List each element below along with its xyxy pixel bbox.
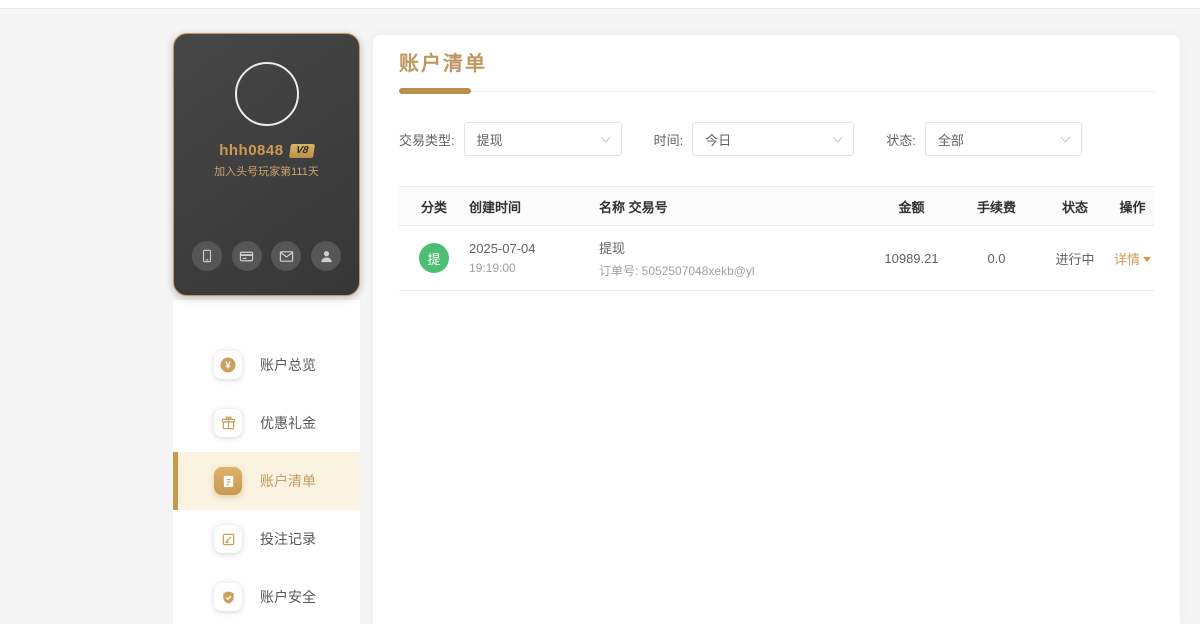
header-amount: 金额 [898, 199, 925, 215]
sidebar-item-label: 账户清单 [260, 473, 316, 489]
statement-icon [214, 467, 242, 495]
transaction-type-label: 交易类型: [399, 132, 455, 148]
header-name-txn: 名称 交易号 [599, 199, 668, 215]
row-amount: 10989.21 [884, 250, 939, 266]
sidebar-item-betting-records[interactable]: 投注记录 [173, 510, 360, 568]
transaction-type-select[interactable]: 提现 [463, 122, 622, 156]
time-select[interactable]: 今日 [692, 122, 855, 156]
sidebar-item-account-security[interactable]: 账户安全 [173, 568, 360, 624]
header-category: 分类 [420, 199, 447, 215]
sidebar-item-label: 优惠礼金 [260, 415, 316, 431]
page-title: 账户清单 [399, 53, 487, 75]
title-accent-bar [399, 88, 471, 94]
chevron-down-icon [1060, 132, 1071, 142]
join-days-text: 加入头号玩家第111天 [214, 166, 319, 178]
agent-icon[interactable] [311, 241, 342, 271]
withdraw-badge-icon: 提 [419, 243, 449, 273]
profile-card: hhh0848 V8 加入头号玩家第111天 [173, 33, 360, 296]
detail-link[interactable]: 详情 [1114, 249, 1151, 268]
row-order-number: 订单号: 5052507048xekb@yl [599, 263, 755, 278]
sidebar-item-label: 投注记录 [260, 531, 316, 547]
sidebar-item-label: 账户安全 [260, 589, 316, 605]
status-select[interactable]: 全部 [924, 122, 1082, 156]
gift-icon [214, 409, 242, 437]
svg-text:¥: ¥ [225, 361, 231, 372]
sidebar-item-label: 账户总览 [260, 357, 316, 373]
time-value: 今日 [705, 132, 732, 148]
mail-icon[interactable] [271, 241, 302, 271]
vip-level-badge: V8 [288, 143, 315, 158]
row-time: 19:19:00 [469, 261, 516, 275]
record-icon [214, 525, 242, 553]
sidebar-item-account-statement[interactable]: 账户清单 [173, 452, 360, 510]
header-status: 状态 [1061, 199, 1088, 215]
row-fee: 0.0 [987, 250, 1006, 266]
row-status: 进行中 [1055, 251, 1095, 267]
row-date: 2025-07-04 [469, 241, 536, 256]
chevron-down-icon [600, 132, 611, 142]
main-content: 账户清单 交易类型: 提现 时间: 今日 状态: 全部 分类 创建时间 名称 交… [373, 35, 1180, 624]
caret-down-icon [1143, 256, 1151, 262]
username: hhh0848 [219, 142, 284, 159]
transactions-table: 分类 创建时间 名称 交易号 金额 手续费 状态 操作 提 2025-07-04… [399, 186, 1154, 291]
bank-card-icon[interactable] [231, 241, 262, 271]
sidebar-item-promotions[interactable]: 优惠礼金 [173, 394, 360, 452]
sidebar: ¥ 账户总览 优惠礼金 账户清单 投注记录 账户安全 [173, 300, 360, 624]
title-divider [399, 88, 1154, 94]
table-header-row: 分类 创建时间 名称 交易号 金额 手续费 状态 操作 [399, 186, 1154, 226]
detail-link-label: 详情 [1113, 251, 1140, 267]
chevron-down-icon [832, 132, 843, 142]
top-bar [0, 0, 1200, 9]
status-value: 全部 [937, 132, 964, 148]
avatar [234, 62, 299, 126]
shield-icon [214, 583, 242, 611]
transaction-type-value: 提现 [476, 132, 503, 148]
table-row: 提 2025-07-04 19:19:00 提现 订单号: 5052507048… [399, 226, 1154, 291]
filter-bar: 交易类型: 提现 时间: 今日 状态: 全部 [399, 122, 1154, 156]
status-label: 状态: [886, 132, 916, 148]
header-created-time: 创建时间 [469, 199, 522, 215]
quick-actions [182, 241, 351, 271]
row-name: 提现 [599, 240, 626, 256]
time-label: 时间: [653, 132, 684, 148]
phone-icon[interactable] [191, 241, 222, 271]
header-action: 操作 [1119, 199, 1146, 215]
header-fee: 手续费 [976, 199, 1016, 215]
sidebar-item-account-overview[interactable]: ¥ 账户总览 [173, 336, 360, 394]
coin-icon: ¥ [214, 351, 242, 379]
